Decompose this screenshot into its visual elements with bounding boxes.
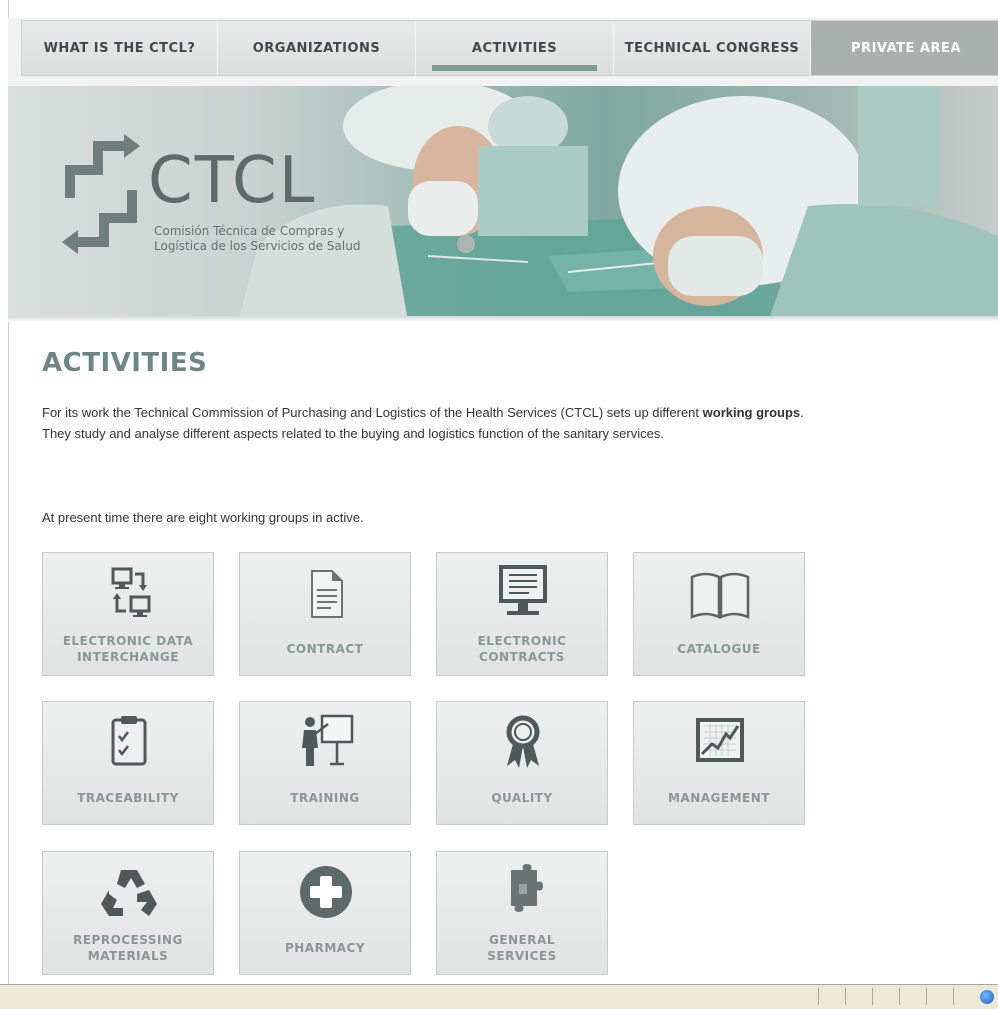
status-bar-panel bbox=[872, 988, 899, 1005]
presentation-icon bbox=[302, 714, 354, 766]
tile-pharmacy[interactable]: PHARMACY bbox=[239, 851, 411, 975]
nav-item-activities[interactable]: ACTIVITIES bbox=[416, 21, 614, 75]
data-exchange-icon bbox=[111, 567, 151, 617]
intro-text-bold: working groups bbox=[702, 405, 801, 420]
tile-label: MANAGEMENT bbox=[668, 791, 770, 805]
tile-label: ELECTRONIC CONTRACTS bbox=[477, 634, 567, 664]
tile-electronic-contracts[interactable]: ELECTRONIC CONTRACTS bbox=[436, 552, 608, 676]
tile-label: QUALITY bbox=[491, 791, 553, 805]
tile-label: TRACEABILITY bbox=[77, 791, 179, 805]
logo-subtitle-line-1: Comisión Técnica de Compras y bbox=[154, 224, 345, 238]
working-groups-count-text: At present time there are eight working … bbox=[42, 510, 364, 525]
tile-label: REPROCESSING MATERIALS bbox=[73, 933, 183, 963]
ctcl-logo-text: CTCL bbox=[148, 144, 317, 218]
award-icon bbox=[506, 715, 540, 768]
browser-status-bar bbox=[0, 984, 998, 1009]
status-bar-panel bbox=[845, 988, 872, 1005]
nav-item-what-is-ctcl[interactable]: WHAT IS THE CTCL? bbox=[22, 21, 218, 75]
puzzle-icon bbox=[511, 864, 543, 912]
tile-training[interactable]: TRAINING bbox=[239, 701, 411, 825]
header-banner: CTCL Comisión Técnica de Compras y Logís… bbox=[8, 86, 998, 322]
nav-bar: WHAT IS THE CTCL? ORGANIZATIONS ACTIVITI… bbox=[21, 20, 998, 76]
clipboard-icon bbox=[111, 716, 147, 766]
tile-traceability[interactable]: TRACEABILITY bbox=[42, 701, 214, 825]
banner-bottom-fade bbox=[8, 316, 998, 322]
tile-label: CONTRACT bbox=[286, 642, 364, 656]
nav-item-technical-congress[interactable]: TECHNICAL CONGRESS bbox=[614, 21, 811, 75]
tile-label: TRAINING bbox=[290, 791, 360, 805]
status-bar-panel bbox=[926, 988, 953, 1005]
page-title: ACTIVITIES bbox=[42, 348, 208, 378]
tile-reprocessing-materials[interactable]: REPROCESSING MATERIALS bbox=[42, 851, 214, 975]
tile-electronic-data-interchange[interactable]: ELECTRONIC DATA INTERCHANGE bbox=[42, 552, 214, 676]
intro-text-start: For its work the Technical Commission of… bbox=[42, 405, 703, 420]
chart-icon bbox=[696, 718, 744, 762]
tile-catalogue[interactable]: CATALOGUE bbox=[633, 552, 805, 676]
recycle-icon bbox=[101, 870, 157, 916]
tile-label: CATALOGUE bbox=[677, 642, 761, 656]
book-icon bbox=[690, 572, 750, 619]
tile-contract[interactable]: CONTRACT bbox=[239, 552, 411, 676]
logo-subtitle-line-2: Logística de los Servicios de Salud bbox=[154, 239, 361, 253]
status-bar-panel bbox=[818, 988, 845, 1005]
nav-item-organizations[interactable]: ORGANIZATIONS bbox=[218, 21, 416, 75]
nav-item-private-area[interactable]: PRIVATE AREA bbox=[811, 21, 998, 75]
status-bar-panel bbox=[953, 988, 980, 1005]
document-icon bbox=[311, 570, 343, 618]
intro-paragraph: For its work the Technical Commission of… bbox=[42, 402, 832, 444]
tile-management[interactable]: MANAGEMENT bbox=[633, 701, 805, 825]
monitor-icon bbox=[499, 565, 547, 615]
tile-quality[interactable]: QUALITY bbox=[436, 701, 608, 825]
plus-icon bbox=[300, 866, 352, 918]
internet-zone-globe-icon bbox=[980, 990, 994, 1004]
top-navigation: WHAT IS THE CTCL? ORGANIZATIONS ACTIVITI… bbox=[8, 18, 998, 87]
tile-label: GENERAL SERVICES bbox=[487, 933, 557, 963]
ctcl-logo-subtitle: Comisión Técnica de Compras y Logística … bbox=[154, 224, 360, 254]
status-bar-panel bbox=[899, 988, 926, 1005]
tile-label: ELECTRONIC DATA INTERCHANGE bbox=[62, 634, 194, 664]
tile-label: PHARMACY bbox=[284, 941, 366, 955]
tile-general-services[interactable]: GENERAL SERVICES bbox=[436, 851, 608, 975]
